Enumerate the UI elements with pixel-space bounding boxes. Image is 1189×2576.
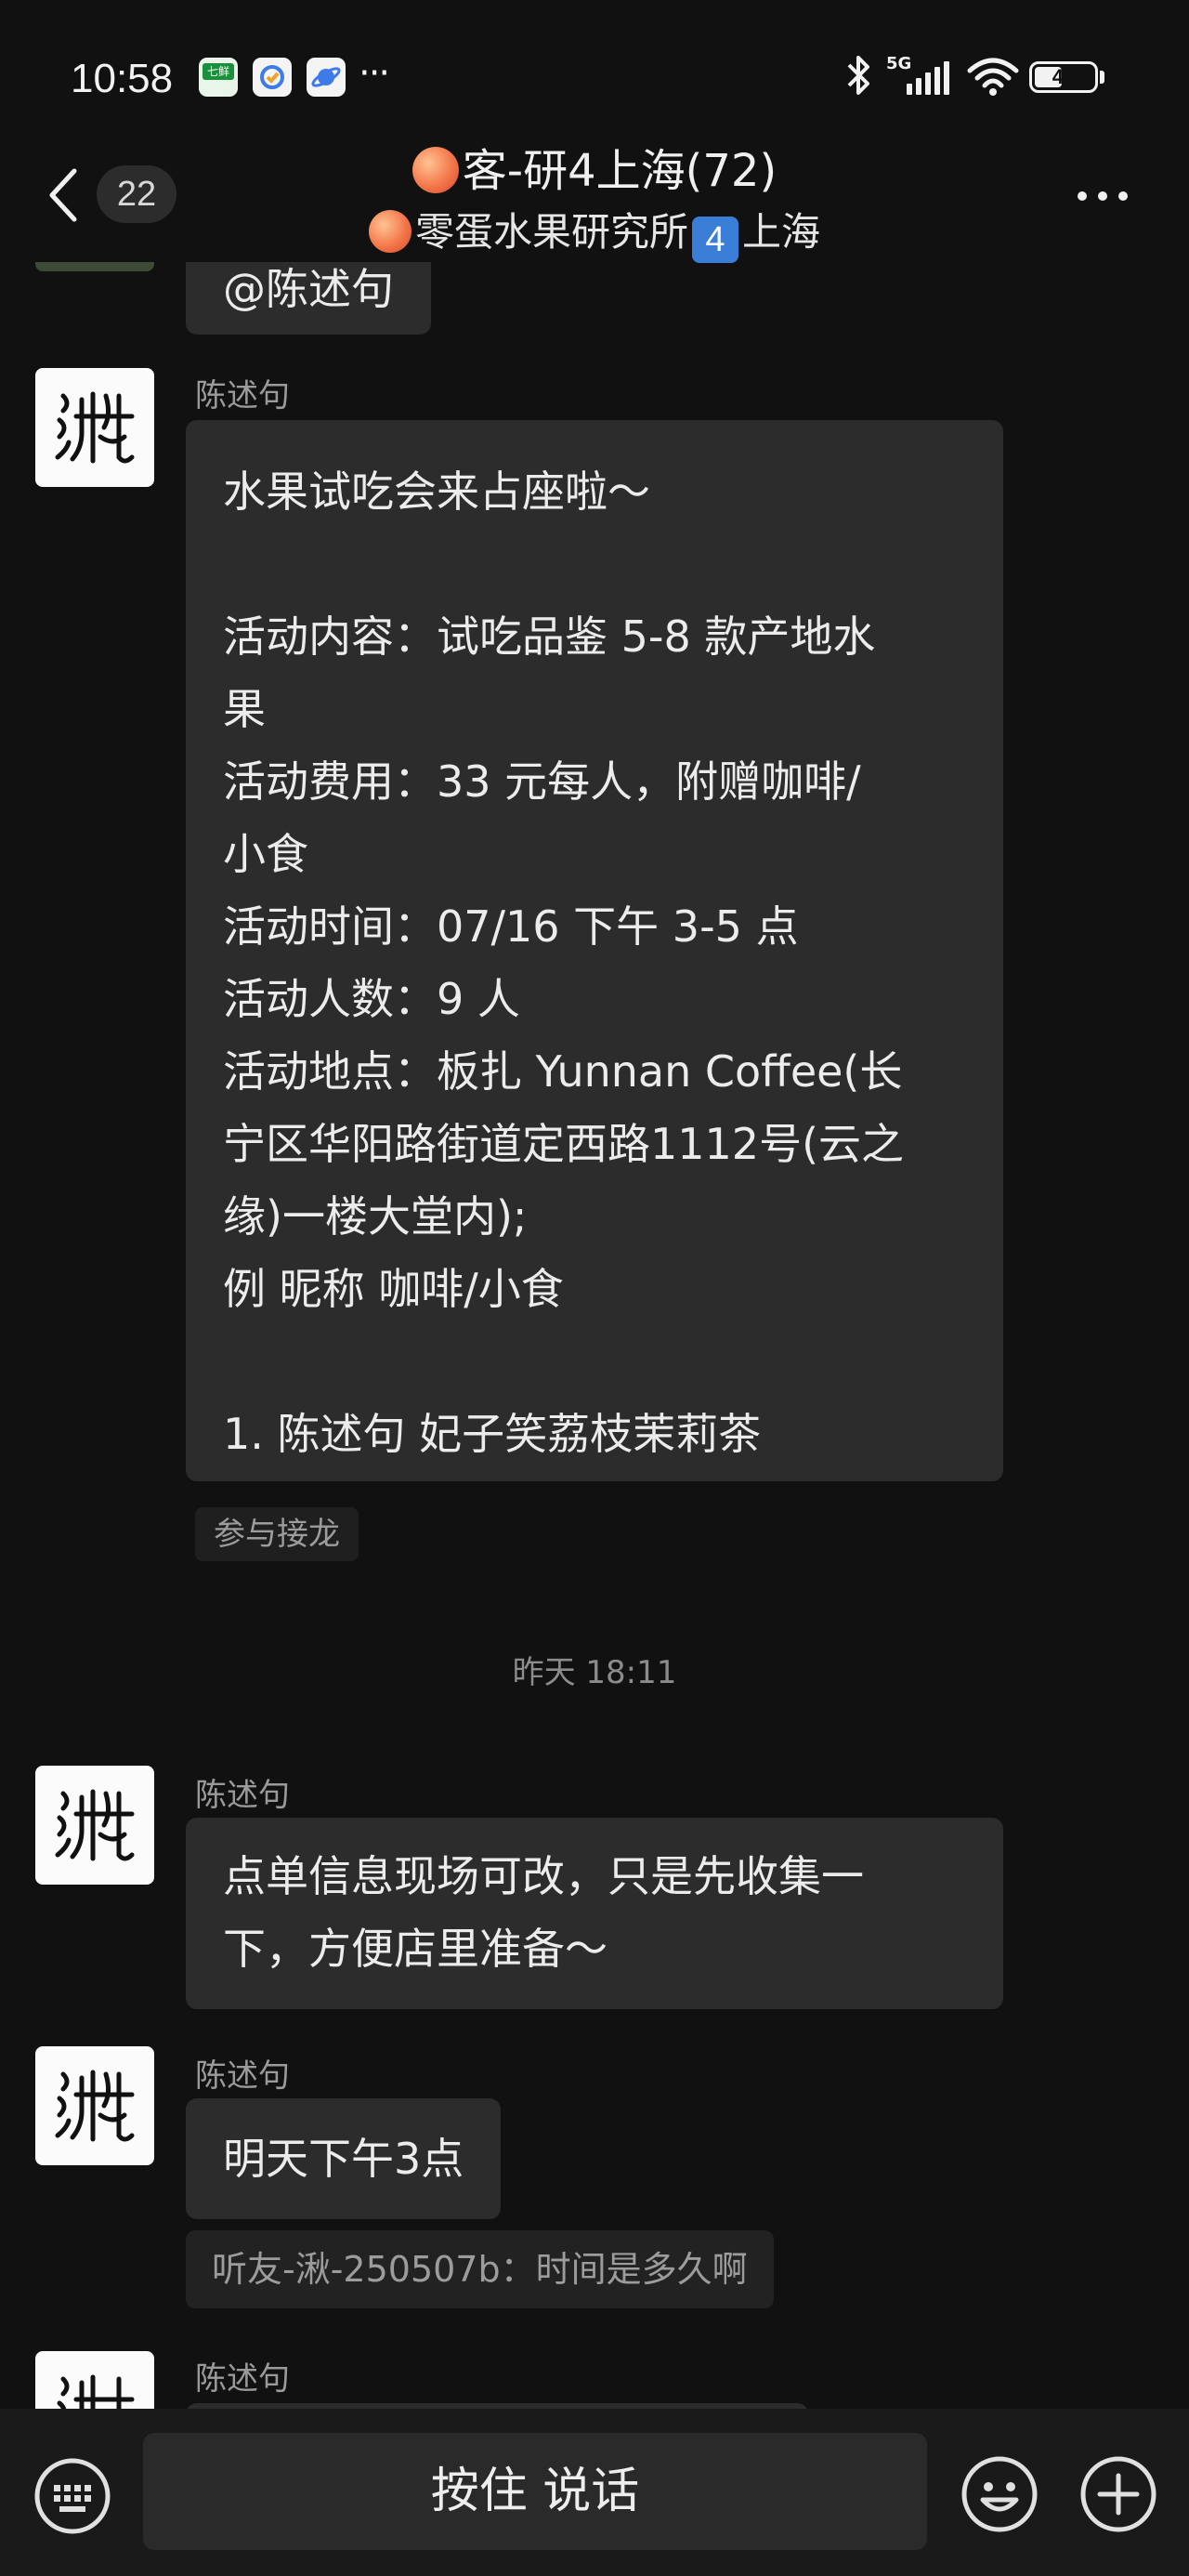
- chat-subtitle: 零蛋水果研究所 4 上海: [186, 201, 1003, 263]
- emoji-icon[interactable]: [959, 2453, 1040, 2539]
- keyboard-icon[interactable]: [32, 2455, 113, 2541]
- time-message-bubble[interactable]: 明天下午3点: [186, 2098, 502, 2219]
- message-line: 宁区华阳路街道定西路1112号(云之: [223, 1119, 905, 1169]
- battery-percentage: 47: [1052, 65, 1076, 88]
- peach-emoji-icon: [412, 147, 459, 193]
- message-line: 小食: [223, 829, 308, 879]
- sender-name: 陈述句: [195, 2360, 290, 2398]
- back-arrow-icon[interactable]: [45, 167, 82, 227]
- wifi-icon: [966, 56, 1020, 100]
- more-notifications-icon: ···: [359, 52, 390, 95]
- join-relay-button[interactable]: 参与接龙: [195, 1507, 359, 1561]
- message-line: 点单信息现场可改，只是先收集一: [223, 1851, 864, 1901]
- battery-nub: [1100, 71, 1104, 84]
- message-line: 1. 陈述句 妃子笑荔枝茉莉茶: [223, 1409, 762, 1459]
- subtitle-text-2: 上海: [742, 209, 821, 255]
- order-info-message-bubble[interactable]: 点单信息现场可改，只是先收集一 下，方便店里准备～: [186, 1818, 1003, 2009]
- battery-icon: 47: [1029, 61, 1098, 93]
- status-time: 10:58: [71, 56, 174, 101]
- chat-title: 客-研4上海(72): [186, 134, 1003, 199]
- activity-message-bubble[interactable]: 水果试吃会来占座啦～ 活动内容：试吃品鉴 5-8 款产地水 果 活动费用：33 …: [186, 420, 1003, 1481]
- message-line: [223, 1325, 966, 1398]
- avatar-chenshuju[interactable]: [35, 368, 154, 487]
- clock-check-app-icon: [253, 58, 292, 97]
- message-line: 活动地点：板扎 Yunnan Coffee(长: [223, 1046, 903, 1097]
- hold-to-talk-button[interactable]: 按住 说话: [143, 2433, 927, 2550]
- partial-message-row: @陈述句: [0, 262, 1189, 336]
- message-line: 缘)一楼大堂内);: [223, 1191, 528, 1242]
- sender-name: 陈述句: [195, 1777, 290, 1814]
- message-line: [223, 528, 966, 600]
- partial-message-text: @陈述句: [223, 264, 394, 314]
- message-line: 例 昵称 咖啡/小食: [223, 1264, 564, 1314]
- planet-app-icon: [307, 58, 346, 97]
- jd-fresh-app-icon: 七鲜: [199, 58, 238, 97]
- bluetooth-icon: [840, 54, 877, 106]
- avatar-chenshuju[interactable]: [35, 1766, 154, 1885]
- message-line: 下，方便店里准备～: [223, 1924, 608, 1974]
- message-line: 活动人数：9 人: [223, 974, 520, 1024]
- avatar-chenshuju[interactable]: [35, 2351, 154, 2409]
- message-line: 活动时间：07/16 下午 3-5 点: [223, 901, 799, 952]
- message-line: 水果试吃会来占座啦～: [223, 467, 650, 517]
- avatar-chenshuju[interactable]: [35, 2046, 154, 2165]
- quoted-reply[interactable]: 听友-湫-250507b：时间是多久啊: [186, 2230, 774, 2308]
- signal-strength-icon: [907, 59, 949, 95]
- message-line: 活动费用：33 元每人，附赠咖啡/: [223, 756, 861, 807]
- peach-emoji-icon: [368, 210, 412, 253]
- timestamp-divider: 昨天 18:11: [512, 1654, 677, 1691]
- sender-name: 陈述句: [195, 2057, 290, 2095]
- more-options-icon[interactable]: [1078, 191, 1128, 201]
- partial-avatar: [35, 262, 154, 271]
- plus-icon[interactable]: [1078, 2453, 1159, 2539]
- chat-title-text: 客-研4上海(72): [462, 145, 777, 197]
- message-text: 明天下午3点: [223, 2134, 464, 2184]
- unread-count-badge[interactable]: 22: [97, 165, 176, 223]
- message-line: 果: [223, 684, 266, 734]
- partial-message-row-bottom: 陈述句: [0, 2323, 1189, 2409]
- message-line: 活动内容：试吃品鉴 5-8 款产地水: [223, 611, 876, 662]
- partial-message-bubble: @陈述句: [186, 262, 431, 335]
- subtitle-text-1: 零蛋水果研究所: [414, 209, 688, 255]
- jd-fresh-logo-text: 七鲜: [203, 63, 234, 80]
- keycap-four-emoji-icon: 4: [692, 217, 738, 263]
- sender-name: 陈述句: [195, 377, 290, 414]
